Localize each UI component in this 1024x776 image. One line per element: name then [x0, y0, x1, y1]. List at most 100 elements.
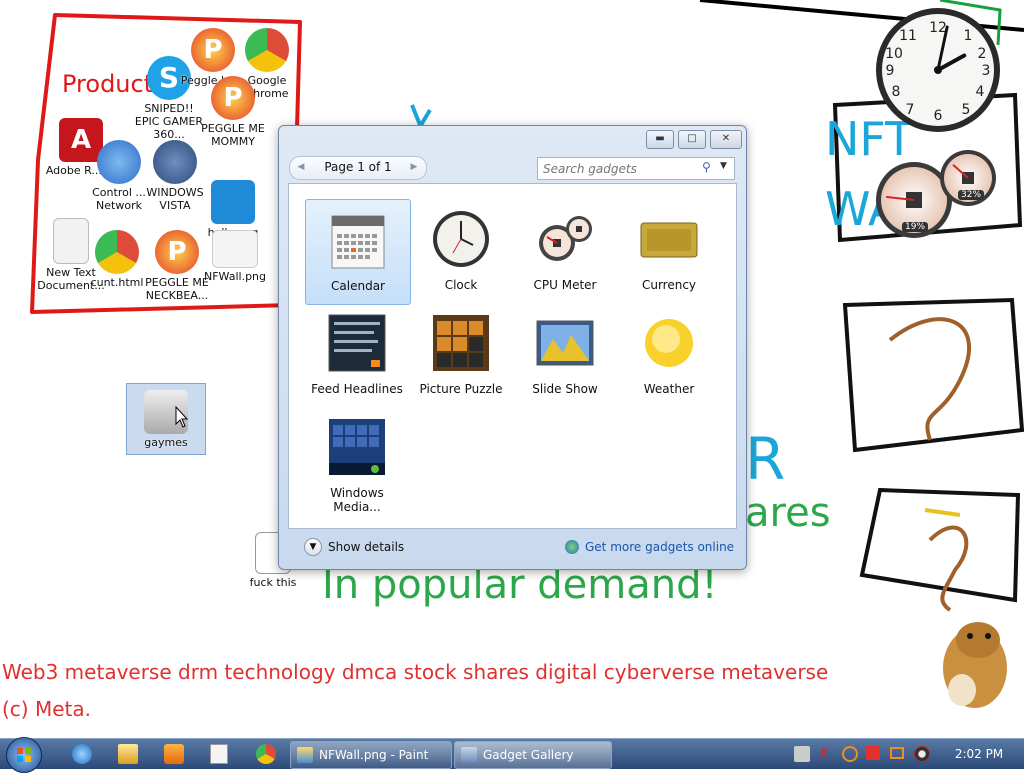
desktop-clock-gadget[interactable]: 12 1 2 345 678 9 10 11: [874, 6, 1002, 134]
peggle-icon: P: [155, 230, 199, 274]
prev-page-button[interactable]: ◀: [293, 159, 309, 175]
media-player-icon[interactable]: [164, 744, 184, 764]
feed-headlines-icon: [328, 314, 386, 372]
get-more-gadgets-link[interactable]: Get more gadgets online: [565, 538, 734, 556]
wallpaper-text-line-2: (c) Meta.: [2, 697, 91, 721]
wallpaper-big-r: R: [745, 425, 786, 493]
cpu-percent-label: 19%: [902, 222, 929, 232]
desktop-icon-label: NFWall.png: [203, 270, 266, 283]
gadget-name: Slide Show: [532, 382, 598, 396]
system-tray: ✗: [792, 745, 932, 763]
svg-text:7: 7: [906, 102, 915, 118]
globe-icon: [565, 540, 579, 554]
gadget-weather[interactable]: Weather: [617, 303, 721, 407]
desktop-icon-label: fuck this: [249, 576, 297, 589]
gadget-clock[interactable]: Clock: [409, 199, 513, 303]
memory-percent-label: 32%: [958, 190, 985, 200]
gadget-slide-show[interactable]: Slide Show: [513, 303, 617, 407]
tray-flag-icon[interactable]: [866, 746, 880, 760]
calendar-icon: [331, 215, 385, 269]
page-label: Page 1 of 1: [324, 160, 392, 174]
clock-center-pin: [934, 66, 942, 74]
desktop-icon-gaymes[interactable]: gaymes: [126, 383, 206, 455]
close-icon: ✕: [721, 133, 731, 144]
chevron-right-icon: ▶: [410, 162, 418, 172]
gadget-feed-headlines[interactable]: Feed Headlines: [305, 303, 409, 407]
vista-icon: [153, 140, 197, 184]
desktop-icon-label: SNIPED!! EPIC GAMER 360...: [134, 102, 204, 141]
task-label: Gadget Gallery: [483, 748, 574, 762]
gadget-windows-media[interactable]: Windows Media...: [305, 407, 409, 514]
gadget-name: Picture Puzzle: [419, 382, 503, 396]
svg-text:6: 6: [934, 108, 943, 124]
tray-display-icon[interactable]: [890, 747, 904, 759]
tray-network-error-icon[interactable]: ✗: [818, 746, 834, 762]
gadget-gallery-window[interactable]: ▬ □ ✕ ◀ Page 1 of 1 ▶ ⚲ ▼ Calendar: [278, 125, 747, 570]
minimize-icon: ▬: [655, 133, 665, 144]
peggle-icon: P: [211, 76, 255, 120]
slide-show-icon: [536, 320, 594, 366]
taskbar-clock[interactable]: 2:02 PM: [944, 739, 1014, 769]
picture-puzzle-icon: [433, 315, 489, 371]
expand-chevron-icon: ▼: [304, 538, 322, 556]
gadget-calendar[interactable]: Calendar: [305, 199, 411, 305]
tray-volume-icon[interactable]: [914, 746, 930, 762]
task-label: NFWall.png - Paint: [319, 748, 429, 762]
windows-media-icon: [329, 419, 385, 475]
internet-explorer-icon[interactable]: [72, 744, 92, 764]
search-dropdown-icon[interactable]: ▼: [720, 161, 727, 171]
tray-search-icon[interactable]: [842, 746, 858, 762]
svg-text:8: 8: [892, 84, 901, 100]
minimize-button[interactable]: ▬: [646, 130, 674, 149]
svg-text:9: 9: [886, 63, 895, 79]
clock-icon: [433, 211, 489, 267]
task-gadget-gallery[interactable]: Gadget Gallery: [454, 741, 612, 769]
chrome-icon: [245, 28, 289, 72]
search-input[interactable]: [541, 159, 695, 178]
file-explorer-icon[interactable]: [118, 744, 138, 764]
tray-app-icon[interactable]: [794, 746, 810, 762]
page-navigator: ◀ Page 1 of 1 ▶: [289, 156, 427, 180]
gadget-name: Currency: [641, 278, 697, 292]
gadget-icon: [461, 747, 477, 763]
gadget-name: CPU Meter: [533, 278, 597, 292]
next-page-button[interactable]: ▶: [406, 159, 422, 175]
svg-text:2: 2: [978, 46, 987, 62]
calculator-icon[interactable]: [210, 744, 228, 764]
gadget-picture-puzzle[interactable]: Picture Puzzle: [409, 303, 513, 407]
gadget-cpu-meter[interactable]: CPU Meter: [513, 199, 617, 303]
desktop-cpu-meter-gadget[interactable]: 19% 32%: [872, 148, 1002, 240]
gadget-name: Windows Media...: [330, 486, 384, 514]
search-box[interactable]: ⚲ ▼: [537, 157, 735, 180]
weather-icon: [645, 319, 693, 367]
gadget-name: Feed Headlines: [311, 382, 403, 396]
chrome-icon: [95, 230, 139, 274]
currency-icon: [640, 222, 698, 258]
svg-text:10: 10: [885, 46, 903, 62]
get-more-gadgets-label: Get more gadgets online: [585, 540, 735, 554]
image-icon: [212, 230, 258, 268]
chevron-left-icon: ◀: [297, 162, 305, 172]
mouse-cursor-icon: [175, 406, 189, 428]
show-details-label: Show details: [328, 540, 405, 554]
taskbar: NFWall.png - Paint Gadget Gallery ✗ 2:02…: [0, 737, 1024, 773]
control-panel-icon: [97, 140, 141, 184]
windows-logo-icon: [17, 748, 31, 762]
maximize-button[interactable]: □: [678, 130, 706, 149]
close-button[interactable]: ✕: [710, 130, 742, 149]
wallpaper-text-line-1: Web3 metaverse drm technology dmca stock…: [2, 660, 829, 684]
svg-text:11: 11: [899, 28, 917, 44]
desktop-icon-nfwall-png[interactable]: NFWall.png: [198, 230, 272, 283]
show-details-button[interactable]: ▼ Show details: [304, 538, 404, 556]
desktop-icon-peggle-mommy[interactable]: P PEGGLE ME MOMMY: [196, 76, 270, 148]
task-paint[interactable]: NFWall.png - Paint: [290, 741, 452, 769]
maximize-icon: □: [687, 133, 697, 144]
chrome-taskbar-icon[interactable]: [256, 744, 276, 764]
image-icon: [211, 180, 255, 224]
search-icon[interactable]: ⚲: [702, 160, 711, 174]
cpu-meter-icon: [539, 216, 592, 261]
gadget-name: Calendar: [331, 279, 385, 293]
clock-face: 12 12 345 678 91011: [876, 8, 1000, 132]
gadget-currency[interactable]: Currency: [617, 199, 721, 303]
gadget-name: Weather: [643, 382, 695, 396]
